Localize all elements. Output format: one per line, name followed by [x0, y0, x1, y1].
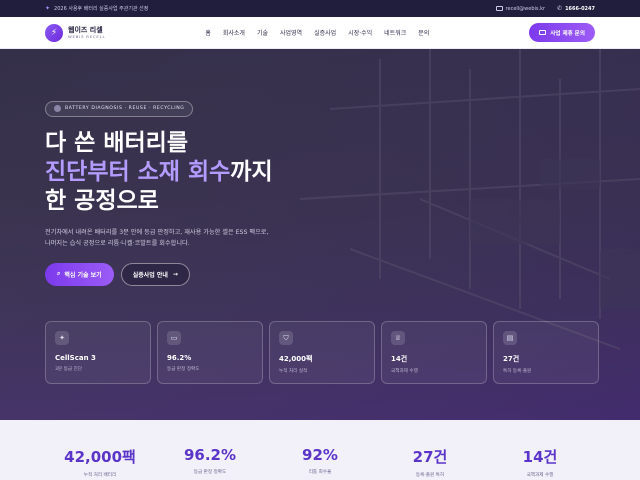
stat-number: 42,000팩: [64, 448, 136, 466]
hero-badge: BATTERY DIAGNOSIS · REUSE · RECYCLING: [45, 100, 194, 117]
headline-line2-rest: 까지: [230, 158, 273, 185]
card-subtitle: 3분 등급 진단: [55, 367, 82, 372]
card-title: 14건: [391, 355, 408, 363]
mail-icon: [539, 30, 547, 35]
headline-line1: 다 쓴 배터리를: [45, 129, 188, 156]
document-icon: ▤: [503, 331, 517, 345]
logo-subtitle: WEBIS RECELL: [68, 34, 106, 39]
logo-name: 웹이즈 리셀: [68, 26, 103, 34]
spark-icon: ✦: [45, 5, 51, 12]
shield-icon: ⛉: [279, 331, 293, 345]
nav-market[interactable]: 시장·수익: [348, 28, 372, 37]
stat-number: 92%: [302, 446, 338, 464]
stat-item: 42,000팩 누적 처리 배터리: [45, 420, 155, 480]
top-info-bar: ✦ 2026 사용후 배터리 실증사업 주관기관 선정 recell@webis…: [0, 0, 640, 17]
stats-section: 42,000팩 누적 처리 배터리 96.2% 등급 판정 정확도 92% 리튬…: [0, 420, 640, 480]
trophy-icon: ♕: [391, 331, 405, 345]
search-icon: ⌕: [57, 270, 61, 277]
partnership-inquiry-label: 사업 제휴 문의: [550, 30, 585, 37]
nav-home[interactable]: 홈: [205, 28, 211, 37]
partnership-inquiry-button[interactable]: 사업 제휴 문의: [529, 23, 595, 42]
hero-desc-line2: 나머지는 습식 공정으로 리튬·니켈·코발트를 회수합니다.: [45, 239, 190, 247]
email-contact[interactable]: recell@webis.kr: [495, 6, 546, 12]
nav-business[interactable]: 사업영역: [280, 28, 302, 37]
notice-text: 2026 사용후 배터리 실증사업 주관기관 선정: [54, 6, 149, 12]
phone-icon: ✆: [557, 5, 563, 12]
card-subtitle: 국책과제 수행: [391, 369, 418, 374]
feature-card[interactable]: ▤ 27건 특허 등록·출원: [493, 321, 599, 384]
stat-number: 96.2%: [183, 446, 237, 464]
feature-card[interactable]: ⛉ 42,000팩 누적 처리 실적: [269, 321, 375, 384]
card-subtitle: 등급 판정 정확도: [167, 367, 200, 372]
nav-network[interactable]: 네트워크: [384, 28, 406, 37]
hero-description: 전기차에서 내려온 배터리를 3분 안에 등급 판정하고, 재사용 가능한 셀은…: [45, 227, 273, 249]
headline-line3: 한 공정으로: [45, 187, 159, 214]
hero-desc-line1: 전기차에서 내려온 배터리를 3분 안에 등급 판정하고, 재사용 가능한 셀은…: [45, 228, 269, 236]
stat-label: 등록·출원 특허: [415, 473, 445, 478]
card-title: CellScan 3: [55, 354, 96, 362]
battery-icon: ▭: [167, 331, 181, 345]
arrow-right-icon: →: [172, 270, 178, 278]
hero-badge-text: BATTERY DIAGNOSIS · REUSE · RECYCLING: [65, 106, 185, 111]
site-header: ⚡ 웹이즈 리셀 WEBIS RECELL 홈 회사소개 기술 사업영역 실증사…: [0, 17, 640, 49]
phone-contact[interactable]: ✆ 1666-0247: [557, 5, 595, 12]
card-title: 27건: [503, 355, 520, 363]
stat-label: 누적 처리 배터리: [83, 473, 117, 478]
spark-icon: ✦: [55, 331, 69, 345]
feature-card[interactable]: ▭ 96.2% 등급 판정 정확도: [157, 321, 263, 384]
hero-section: BATTERY DIAGNOSIS · REUSE · RECYCLING 다 …: [0, 49, 640, 420]
notice: ✦ 2026 사용후 배터리 실증사업 주관기관 선정: [45, 5, 148, 12]
stat-item: 96.2% 등급 판정 정확도: [155, 420, 265, 480]
feature-card[interactable]: ✦ CellScan 3 3분 등급 진단: [45, 321, 151, 384]
stat-label: 등급 판정 정확도: [193, 470, 227, 475]
nav-technology[interactable]: 기술: [257, 28, 268, 37]
stat-number: 27건: [412, 448, 448, 466]
email-text[interactable]: recell@webis.kr: [506, 6, 546, 12]
stat-item: 14건 국책과제 수행: [485, 420, 595, 480]
core-tech-button[interactable]: ⌕ 핵심 기술 보기: [45, 262, 114, 286]
feature-cards: ✦ CellScan 3 3분 등급 진단 ▭ 96.2% 등급 판정 정확도 …: [45, 321, 599, 384]
nav-about[interactable]: 회사소개: [223, 28, 245, 37]
stat-item: 27건 등록·출원 특허: [375, 420, 485, 480]
card-subtitle: 누적 처리 실적: [279, 369, 308, 374]
pilot-info-button[interactable]: 실증사업 안내 →: [120, 262, 190, 286]
stat-number: 14건: [522, 448, 558, 466]
logo[interactable]: ⚡ 웹이즈 리셀 WEBIS RECELL: [45, 23, 106, 42]
nav-pilot[interactable]: 실증사업: [314, 28, 336, 37]
card-title: 96.2%: [167, 354, 192, 362]
pilot-info-label: 실증사업 안내: [132, 271, 168, 279]
hero-headline: 다 쓴 배터리를 진단부터 소재 회수까지 한 공정으로: [45, 129, 273, 216]
card-subtitle: 특허 등록·출원: [503, 369, 532, 374]
logo-bolt-icon: ⚡: [45, 23, 63, 42]
core-tech-label: 핵심 기술 보기: [64, 271, 102, 279]
main-nav: 홈 회사소개 기술 사업영역 실증사업 시장·수익 네트워크 문의: [205, 28, 429, 37]
nav-contact[interactable]: 문의: [418, 28, 429, 37]
feature-card[interactable]: ♕ 14건 국책과제 수행: [381, 321, 487, 384]
card-title: 42,000팩: [279, 355, 313, 363]
phone-text[interactable]: 1666-0247: [565, 6, 595, 12]
badge-dot-icon: [54, 105, 61, 112]
headline-accent: 진단부터 소재 회수: [45, 158, 231, 185]
stat-item: 92% 리튬 회수율: [265, 420, 375, 480]
stat-label: 리튬 회수율: [308, 470, 332, 475]
mail-icon: [495, 6, 503, 11]
stat-label: 국책과제 수행: [526, 473, 554, 478]
